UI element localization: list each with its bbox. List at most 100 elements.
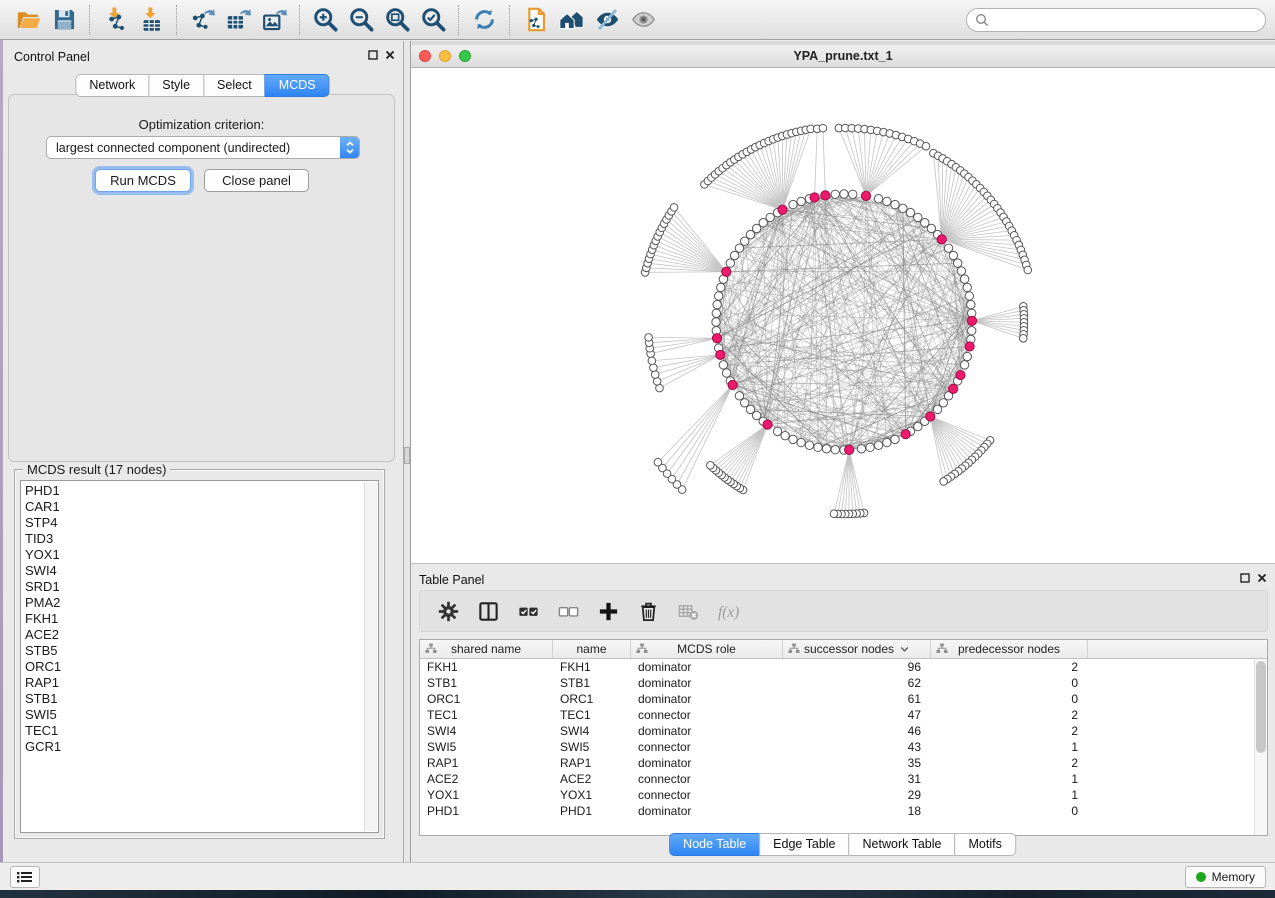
cell-shared-name[interactable]: STB1 — [420, 675, 553, 691]
cell-name[interactable]: SWI4 — [553, 723, 631, 739]
cell-name[interactable]: SWI5 — [553, 739, 631, 755]
cell-MCDS-role[interactable]: dominator — [631, 723, 783, 739]
cell-successor-nodes[interactable]: 61 — [783, 691, 931, 707]
tab-style[interactable]: Style — [148, 74, 204, 97]
cell-MCDS-role[interactable]: connector — [631, 787, 783, 803]
cell-name[interactable]: RAP1 — [553, 755, 631, 771]
cell-predecessor-nodes[interactable]: 0 — [931, 803, 1088, 819]
cell-successor-nodes[interactable]: 43 — [783, 739, 931, 755]
delete-table-icon[interactable] — [677, 600, 700, 623]
column-header-predecessor-nodes[interactable]: predecessor nodes — [931, 640, 1088, 658]
delete-icon[interactable] — [637, 600, 660, 623]
share-document-icon[interactable] — [519, 4, 551, 36]
table-row[interactable]: YOX1YOX1connector291 — [420, 787, 1267, 803]
mcds-hub-node[interactable] — [861, 191, 870, 200]
mcds-result-item[interactable]: SWI5 — [25, 707, 378, 723]
tab-edge-table[interactable]: Edge Table — [759, 833, 849, 856]
cell-shared-name[interactable]: FKH1 — [420, 659, 553, 675]
table-row[interactable]: PHD1PHD1dominator180 — [420, 803, 1267, 819]
table-row[interactable]: RAP1RAP1dominator352 — [420, 755, 1267, 771]
mcds-hub-node[interactable] — [810, 193, 819, 202]
cell-shared-name[interactable]: SWI4 — [420, 723, 553, 739]
cell-MCDS-role[interactable]: dominator — [631, 675, 783, 691]
mcds-result-item[interactable]: FKH1 — [25, 611, 378, 627]
mcds-hub-node[interactable] — [845, 445, 854, 454]
cell-name[interactable]: STB1 — [553, 675, 631, 691]
mcds-result-item[interactable]: SRD1 — [25, 579, 378, 595]
tab-select[interactable]: Select — [203, 74, 266, 97]
mcds-result-item[interactable]: ACE2 — [25, 627, 378, 643]
cell-successor-nodes[interactable]: 46 — [783, 723, 931, 739]
zoom-selected-icon[interactable] — [417, 4, 449, 36]
table-scrollbar[interactable] — [1254, 659, 1267, 835]
cell-successor-nodes[interactable]: 47 — [783, 707, 931, 723]
network-homes-icon[interactable] — [555, 4, 587, 36]
cell-MCDS-role[interactable]: connector — [631, 739, 783, 755]
network-canvas[interactable] — [411, 68, 1275, 562]
table-row[interactable]: SWI4SWI4dominator462 — [420, 723, 1267, 739]
tab-node-table[interactable]: Node Table — [669, 833, 760, 856]
table-row[interactable]: SWI5SWI5connector431 — [420, 739, 1267, 755]
mcds-hub-node[interactable] — [722, 267, 731, 276]
float-panel-icon[interactable] — [368, 50, 378, 60]
cell-name[interactable]: YOX1 — [553, 787, 631, 803]
column-header-MCDS-role[interactable]: MCDS role — [631, 640, 783, 658]
mcds-result-item[interactable]: TID3 — [25, 531, 378, 547]
close-table-panel-icon[interactable] — [1257, 573, 1267, 583]
cell-successor-nodes[interactable]: 31 — [783, 771, 931, 787]
table-row[interactable]: STB1STB1dominator620 — [420, 675, 1267, 691]
cell-shared-name[interactable]: ACE2 — [420, 771, 553, 787]
cell-successor-nodes[interactable]: 35 — [783, 755, 931, 771]
show-graphics-icon[interactable] — [627, 4, 659, 36]
mcds-result-item[interactable]: STB5 — [25, 643, 378, 659]
table-row[interactable]: ORC1ORC1dominator610 — [420, 691, 1267, 707]
mcds-hub-node[interactable] — [778, 205, 787, 214]
save-icon[interactable] — [48, 4, 80, 36]
cell-name[interactable]: TEC1 — [553, 707, 631, 723]
gear-icon[interactable] — [437, 600, 460, 623]
mcds-hub-node[interactable] — [716, 350, 725, 359]
table-row[interactable]: ACE2ACE2connector311 — [420, 771, 1267, 787]
mcds-result-item[interactable]: YOX1 — [25, 547, 378, 563]
mcds-hub-node[interactable] — [901, 430, 910, 439]
mcds-hub-node[interactable] — [728, 380, 737, 389]
select-all-icon[interactable] — [517, 600, 540, 623]
mcds-result-item[interactable]: SWI4 — [25, 563, 378, 579]
mcds-result-item[interactable]: PHD1 — [25, 483, 378, 499]
open-icon[interactable] — [12, 4, 44, 36]
mcds-result-item[interactable]: STB1 — [25, 691, 378, 707]
cell-successor-nodes[interactable]: 62 — [783, 675, 931, 691]
tab-motifs[interactable]: Motifs — [954, 833, 1015, 856]
zoom-fit-icon[interactable] — [381, 4, 413, 36]
panel-toggle-button[interactable] — [10, 866, 40, 888]
cell-name[interactable]: ACE2 — [553, 771, 631, 787]
cell-shared-name[interactable]: PHD1 — [420, 803, 553, 819]
cell-shared-name[interactable]: TEC1 — [420, 707, 553, 723]
mcds-hub-node[interactable] — [763, 420, 772, 429]
cell-successor-nodes[interactable]: 29 — [783, 787, 931, 803]
cell-predecessor-nodes[interactable]: 1 — [931, 771, 1088, 787]
cell-successor-nodes[interactable]: 18 — [783, 803, 931, 819]
column-header-successor-nodes[interactable]: successor nodes — [783, 640, 931, 658]
cell-predecessor-nodes[interactable]: 0 — [931, 691, 1088, 707]
close-panel-icon[interactable] — [385, 50, 395, 60]
cell-MCDS-role[interactable]: dominator — [631, 803, 783, 819]
cell-predecessor-nodes[interactable]: 1 — [931, 739, 1088, 755]
import-table-icon[interactable] — [135, 4, 167, 36]
mcds-hub-node[interactable] — [821, 191, 830, 200]
mcds-result-item[interactable]: GCR1 — [25, 739, 378, 755]
cell-MCDS-role[interactable]: dominator — [631, 691, 783, 707]
tab-network-table[interactable]: Network Table — [849, 833, 956, 856]
network-graph[interactable] — [411, 68, 1275, 562]
tab-network[interactable]: Network — [75, 74, 149, 97]
search-box[interactable] — [966, 8, 1266, 32]
criterion-dropdown[interactable]: largest connected component (undirected) — [46, 136, 360, 159]
mcds-result-item[interactable]: RAP1 — [25, 675, 378, 691]
mcds-hub-node[interactable] — [937, 235, 946, 244]
mcds-result-item[interactable]: ORC1 — [25, 659, 378, 675]
cell-shared-name[interactable]: YOX1 — [420, 787, 553, 803]
mcds-result-item[interactable]: CAR1 — [25, 499, 378, 515]
mcds-hub-node[interactable] — [712, 334, 721, 343]
cell-shared-name[interactable]: SWI5 — [420, 739, 553, 755]
cell-predecessor-nodes[interactable]: 2 — [931, 659, 1088, 675]
